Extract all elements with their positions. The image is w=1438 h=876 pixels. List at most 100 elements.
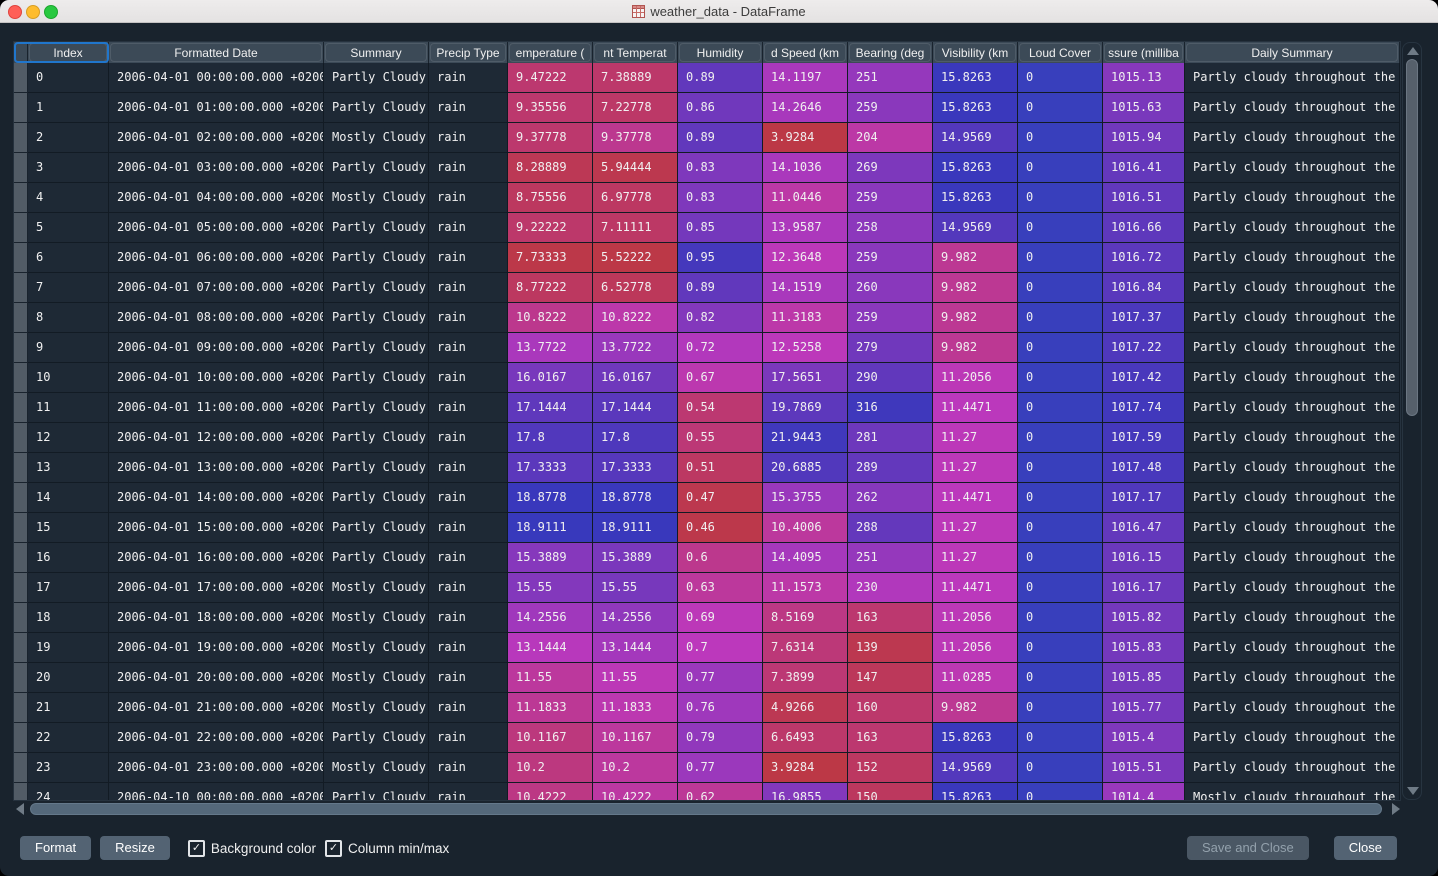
cell-date[interactable]: 2006-04-01 05:00:00.000 +0200 <box>109 213 324 243</box>
row-handle[interactable] <box>14 243 28 273</box>
cell-bearing[interactable]: 290 <box>848 363 933 393</box>
cell-visibility[interactable]: 15.8263 <box>933 183 1018 213</box>
cell-humidity[interactable]: 0.69 <box>678 603 763 633</box>
background-color-checkbox[interactable]: ✓ Background color <box>188 840 316 857</box>
cell-pressure[interactable]: 1016.51 <box>1103 183 1185 213</box>
cell-humidity[interactable]: 0.83 <box>678 183 763 213</box>
cell-loud_cover[interactable]: 0 <box>1018 483 1103 513</box>
cell-wind_speed[interactable]: 7.6314 <box>763 633 848 663</box>
cell-precip[interactable]: rain <box>429 603 508 633</box>
cell-apparent_temperature[interactable]: 7.38889 <box>593 63 678 93</box>
cell-humidity[interactable]: 0.85 <box>678 213 763 243</box>
cell-humidity[interactable]: 0.67 <box>678 363 763 393</box>
row-handle[interactable] <box>14 543 28 573</box>
row-handle[interactable] <box>14 423 28 453</box>
cell-humidity[interactable]: 0.54 <box>678 393 763 423</box>
cell-pressure[interactable]: 1016.15 <box>1103 543 1185 573</box>
cell-bearing[interactable]: 289 <box>848 453 933 483</box>
cell-summary[interactable]: Partly Cloudy <box>324 213 429 243</box>
cell-temperature[interactable]: 9.35556 <box>508 93 593 123</box>
cell-bearing[interactable]: 139 <box>848 633 933 663</box>
scroll-right-arrow-icon[interactable] <box>1392 803 1400 815</box>
cell-summary[interactable]: Partly Cloudy <box>324 453 429 483</box>
cell-temperature[interactable]: 17.1444 <box>508 393 593 423</box>
cell-wind_speed[interactable]: 13.9587 <box>763 213 848 243</box>
cell-summary[interactable]: Mostly Cloudy <box>324 603 429 633</box>
cell-wind_speed[interactable]: 3.9284 <box>763 753 848 783</box>
cell-bearing[interactable]: 204 <box>848 123 933 153</box>
cell-daily_summary[interactable]: Partly cloudy throughout the day <box>1185 723 1400 753</box>
column-header-date[interactable]: Formatted Date <box>109 42 324 63</box>
cell-temperature[interactable]: 9.47222 <box>508 63 593 93</box>
cell-date[interactable]: 2006-04-01 18:00:00.000 +0200 <box>109 603 324 633</box>
cell-date[interactable]: 2006-04-01 17:00:00.000 +0200 <box>109 573 324 603</box>
cell-visibility[interactable]: 11.4471 <box>933 393 1018 423</box>
cell-daily_summary[interactable]: Partly cloudy throughout the day <box>1185 633 1400 663</box>
cell-daily_summary[interactable]: Partly cloudy throughout the day <box>1185 333 1400 363</box>
cell-index[interactable]: 5 <box>28 213 109 243</box>
cell-daily_summary[interactable]: Partly cloudy throughout the day <box>1185 63 1400 93</box>
cell-pressure[interactable]: 1017.48 <box>1103 453 1185 483</box>
cell-bearing[interactable]: 259 <box>848 243 933 273</box>
cell-loud_cover[interactable]: 0 <box>1018 423 1103 453</box>
cell-wind_speed[interactable]: 14.4095 <box>763 543 848 573</box>
scroll-down-arrow-icon[interactable] <box>1407 787 1419 795</box>
cell-temperature[interactable]: 11.55 <box>508 663 593 693</box>
cell-daily_summary[interactable]: Partly cloudy throughout the day <box>1185 303 1400 333</box>
cell-wind_speed[interactable]: 10.4006 <box>763 513 848 543</box>
cell-index[interactable]: 20 <box>28 663 109 693</box>
cell-pressure[interactable]: 1017.17 <box>1103 483 1185 513</box>
cell-precip[interactable]: rain <box>429 663 508 693</box>
cell-daily_summary[interactable]: Partly cloudy throughout the day <box>1185 483 1400 513</box>
row-handle[interactable] <box>14 183 28 213</box>
cell-pressure[interactable]: 1015.4 <box>1103 723 1185 753</box>
cell-temperature[interactable]: 18.8778 <box>508 483 593 513</box>
cell-apparent_temperature[interactable]: 13.7722 <box>593 333 678 363</box>
cell-pressure[interactable]: 1015.13 <box>1103 63 1185 93</box>
cell-loud_cover[interactable]: 0 <box>1018 183 1103 213</box>
cell-bearing[interactable]: 230 <box>848 573 933 603</box>
cell-apparent_temperature[interactable]: 9.37778 <box>593 123 678 153</box>
cell-daily_summary[interactable]: Partly cloudy throughout the day <box>1185 93 1400 123</box>
cell-precip[interactable]: rain <box>429 303 508 333</box>
cell-precip[interactable]: rain <box>429 543 508 573</box>
cell-apparent_temperature[interactable]: 17.8 <box>593 423 678 453</box>
cell-pressure[interactable]: 1017.74 <box>1103 393 1185 423</box>
cell-loud_cover[interactable]: 0 <box>1018 153 1103 183</box>
row-handle[interactable] <box>14 363 28 393</box>
cell-apparent_temperature[interactable]: 5.94444 <box>593 153 678 183</box>
cell-daily_summary[interactable]: Partly cloudy throughout the day <box>1185 363 1400 393</box>
cell-apparent_temperature[interactable]: 15.55 <box>593 573 678 603</box>
cell-visibility[interactable]: 9.982 <box>933 243 1018 273</box>
row-handle[interactable] <box>14 213 28 243</box>
cell-temperature[interactable]: 15.3889 <box>508 543 593 573</box>
scroll-left-arrow-icon[interactable] <box>16 803 24 815</box>
cell-temperature[interactable]: 17.8 <box>508 423 593 453</box>
column-header-summary[interactable]: Summary <box>324 42 429 63</box>
row-handle[interactable] <box>14 123 28 153</box>
row-handle[interactable] <box>14 393 28 423</box>
cell-pressure[interactable]: 1016.84 <box>1103 273 1185 303</box>
cell-date[interactable]: 2006-04-01 06:00:00.000 +0200 <box>109 243 324 273</box>
horizontal-scrollbar[interactable] <box>14 802 1402 816</box>
cell-date[interactable]: 2006-04-01 22:00:00.000 +0200 <box>109 723 324 753</box>
cell-precip[interactable]: rain <box>429 123 508 153</box>
cell-date[interactable]: 2006-04-01 19:00:00.000 +0200 <box>109 633 324 663</box>
cell-index[interactable]: 14 <box>28 483 109 513</box>
cell-bearing[interactable]: 262 <box>848 483 933 513</box>
cell-summary[interactable]: Partly Cloudy <box>324 393 429 423</box>
cell-daily_summary[interactable]: Partly cloudy throughout the day <box>1185 453 1400 483</box>
cell-pressure[interactable]: 1016.66 <box>1103 213 1185 243</box>
cell-bearing[interactable]: 259 <box>848 303 933 333</box>
cell-temperature[interactable]: 9.22222 <box>508 213 593 243</box>
row-handle[interactable] <box>14 93 28 123</box>
cell-visibility[interactable]: 11.4471 <box>933 573 1018 603</box>
cell-temperature[interactable]: 13.7722 <box>508 333 593 363</box>
cell-precip[interactable]: rain <box>429 573 508 603</box>
cell-visibility[interactable]: 11.27 <box>933 513 1018 543</box>
cell-visibility[interactable]: 11.27 <box>933 453 1018 483</box>
cell-pressure[interactable]: 1015.82 <box>1103 603 1185 633</box>
cell-pressure[interactable]: 1015.63 <box>1103 93 1185 123</box>
cell-temperature[interactable]: 8.77222 <box>508 273 593 303</box>
cell-daily_summary[interactable]: Mostly cloudy throughout the day <box>1185 783 1400 800</box>
